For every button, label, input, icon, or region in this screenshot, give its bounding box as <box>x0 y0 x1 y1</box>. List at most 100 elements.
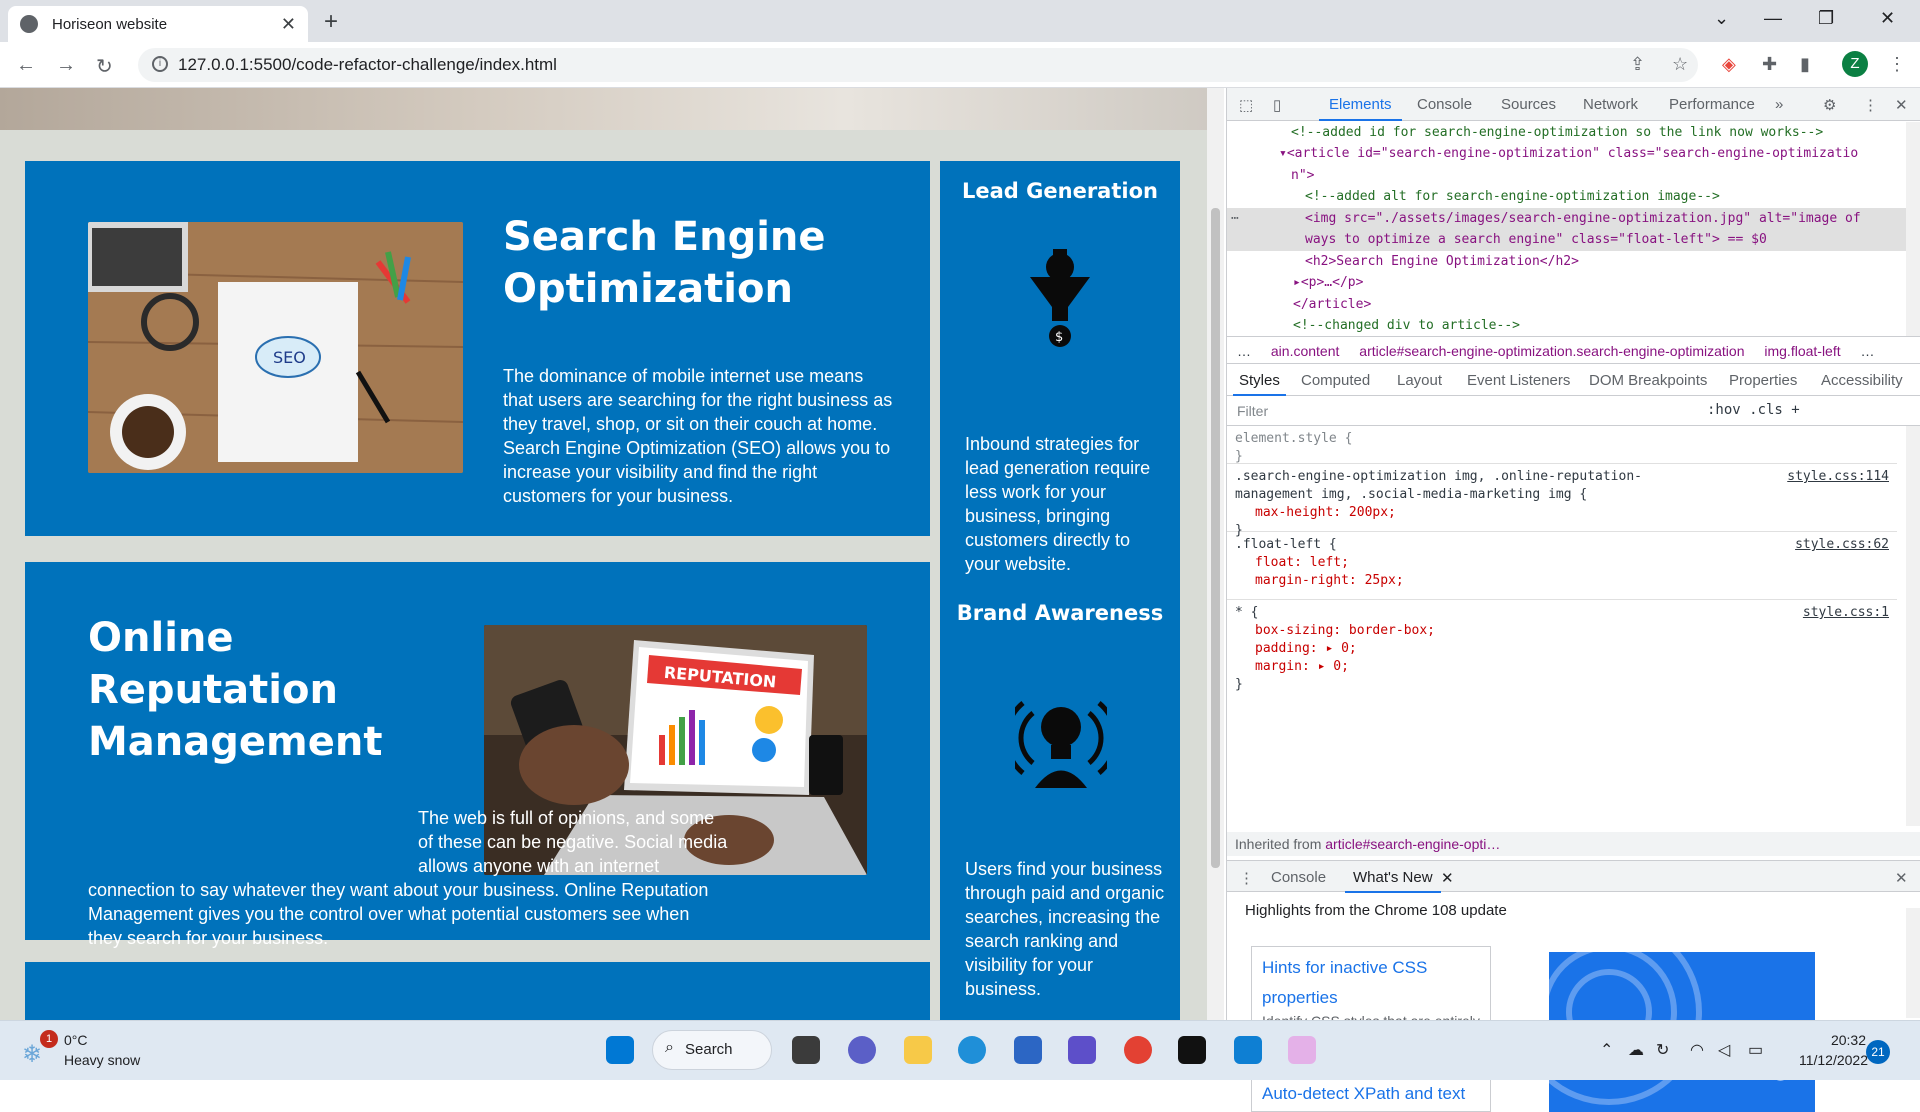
close-window-icon[interactable]: ✕ <box>1880 8 1895 29</box>
dom-line-selected[interactable]: ways to optimize a search engine" class=… <box>1305 229 1767 251</box>
volume-icon[interactable]: ◁ <box>1718 1040 1730 1060</box>
rule-source-link[interactable]: style.css:62 <box>1795 536 1889 554</box>
dom-line[interactable]: ▸<p>…</p> <box>1293 272 1363 294</box>
sync-icon[interactable]: ↻ <box>1656 1040 1669 1060</box>
temperature[interactable]: 0°C <box>64 1032 88 1048</box>
dom-line[interactable]: n"> <box>1291 165 1314 187</box>
breadcrumb-item[interactable]: … <box>1237 343 1251 359</box>
vscode-icon[interactable] <box>1234 1036 1262 1064</box>
reload-icon[interactable]: ↻ <box>96 54 113 79</box>
seo-heading: Search Engine Optimization <box>503 214 826 312</box>
rule-source-link[interactable]: style.css:1 <box>1803 604 1889 622</box>
onedrive-cloud-icon[interactable]: ☁ <box>1628 1040 1644 1060</box>
chrome-browser-icon[interactable] <box>1124 1036 1152 1064</box>
breadcrumb-item[interactable]: ain.content <box>1271 343 1340 359</box>
tab-elements[interactable]: Elements <box>1319 96 1401 121</box>
dom-line[interactable]: <!--added id for search-engine-optimizat… <box>1291 122 1823 144</box>
styles-subtab-bar: Styles Computed Layout Event Listeners D… <box>1227 364 1920 396</box>
breadcrumb-item[interactable]: article#search-engine-optimization.searc… <box>1359 343 1744 359</box>
more-tabs-icon[interactable]: » <box>1775 96 1783 113</box>
tab-network[interactable]: Network <box>1583 96 1638 113</box>
close-devtools-icon[interactable]: ✕ <box>1895 96 1908 114</box>
search-icon: ⌕ <box>665 1039 674 1056</box>
battery-icon[interactable]: ▭ <box>1748 1040 1763 1060</box>
back-icon[interactable]: ← <box>16 54 36 77</box>
start-windows-icon[interactable] <box>606 1036 634 1064</box>
show-hidden-icons[interactable]: ⌃ <box>1600 1040 1613 1060</box>
profile-avatar[interactable]: Z <box>1842 51 1868 77</box>
url-field[interactable]: i 127.0.0.1:5500/code-refactor-challenge… <box>138 48 1698 82</box>
styles-scrollbar[interactable] <box>1906 426 1920 826</box>
task-view-icon[interactable] <box>792 1036 820 1064</box>
dom-line[interactable]: <!--changed div to article--> <box>1293 315 1520 337</box>
style-toggle-buttons[interactable]: :hov .cls + <box>1707 402 1800 418</box>
page-scrollbar-thumb[interactable] <box>1211 208 1220 868</box>
tab-sources[interactable]: Sources <box>1501 96 1556 113</box>
tab-computed[interactable]: Computed <box>1301 372 1370 389</box>
file-explorer-icon[interactable] <box>904 1036 932 1064</box>
share-icon[interactable]: ⇪ <box>1630 54 1645 75</box>
drawer-menu-icon[interactable]: ⋮ <box>1239 869 1254 887</box>
extensions-puzzle-icon[interactable]: ✚ <box>1762 54 1777 75</box>
breadcrumb-item[interactable]: … <box>1861 343 1875 359</box>
close-whats-new-icon[interactable]: ✕ <box>1441 869 1454 887</box>
dom-line-selected[interactable]: <img src="./assets/images/search-engine-… <box>1305 208 1861 230</box>
wifi-icon[interactable]: ◠ <box>1690 1040 1704 1060</box>
devtools-menu-icon[interactable]: ⋮ <box>1863 96 1878 114</box>
inspect-element-icon[interactable]: ⬚ <box>1239 96 1253 114</box>
styles-filter-input[interactable]: Filter <box>1237 403 1268 419</box>
device-toolbar-icon[interactable]: ▯ <box>1273 96 1281 114</box>
tab-dom-breakpoints[interactable]: DOM Breakpoints <box>1589 372 1707 389</box>
new-tab-button[interactable]: + <box>324 8 338 36</box>
app-icon[interactable] <box>1068 1036 1096 1064</box>
tab-layout[interactable]: Layout <box>1397 372 1442 389</box>
store-icon[interactable] <box>1014 1036 1042 1064</box>
bookmark-star-icon[interactable]: ☆ <box>1672 54 1688 75</box>
tab-accessibility[interactable]: Accessibility <box>1821 372 1903 389</box>
tab-performance[interactable]: Performance <box>1669 96 1755 113</box>
clock-date[interactable]: 11/12/2022 <box>1788 1052 1868 1068</box>
maximize-icon[interactable]: ❐ <box>1818 8 1834 29</box>
tab-properties[interactable]: Properties <box>1729 372 1797 389</box>
minimize-icon[interactable]: — <box>1764 8 1782 29</box>
close-drawer-icon[interactable]: ✕ <box>1895 869 1908 887</box>
browser-tab-strip: Horiseon website ✕ + ⌄ — ❐ ✕ <box>0 0 1920 42</box>
tab-event-listeners[interactable]: Event Listeners <box>1467 372 1570 389</box>
inherited-target-link[interactable]: article#search-engine-opti… <box>1325 836 1500 852</box>
teams-chat-icon[interactable] <box>848 1036 876 1064</box>
dom-line[interactable]: </article> <box>1293 294 1371 316</box>
menu-kebab-icon[interactable]: ⋮ <box>1888 54 1906 75</box>
dom-line[interactable]: <!--added alt for search-engine-optimiza… <box>1305 186 1720 208</box>
tab-search-icon[interactable]: ⌄ <box>1714 8 1729 29</box>
snow-weather-icon[interactable]: ❄ <box>22 1040 42 1069</box>
breadcrumb-item[interactable]: img.float-left <box>1764 343 1840 359</box>
tab-styles[interactable]: Styles <box>1233 372 1286 396</box>
drawer-tab-whats-new[interactable]: What's New <box>1345 869 1441 893</box>
devtools-panel: ⬚ ▯ Elements Console Sources Network Per… <box>1226 88 1920 1112</box>
clock-time[interactable]: 20:32 <box>1796 1032 1866 1048</box>
drawer-tab-console[interactable]: Console <box>1271 869 1326 886</box>
taskbar-search[interactable]: ⌕ Search <box>652 1030 772 1070</box>
style-rule: element.style { } <box>1227 426 1897 464</box>
dom-line[interactable]: <h2>Search Engine Optimization</h2> <box>1305 251 1579 273</box>
tab-console[interactable]: Console <box>1417 96 1472 113</box>
forward-icon[interactable]: → <box>56 54 76 77</box>
dom-line[interactable]: ▾<article id="search-engine-optimization… <box>1279 143 1858 165</box>
weather-condition[interactable]: Heavy snow <box>64 1052 140 1068</box>
rule-source-link[interactable]: style.css:114 <box>1787 468 1889 486</box>
side-panel-icon[interactable]: ▮ <box>1800 54 1810 75</box>
drawer-scrollbar[interactable] <box>1906 908 1920 1018</box>
page-scrollbar[interactable] <box>1207 88 1224 1020</box>
dom-scrollbar[interactable] <box>1906 122 1920 336</box>
notification-badge[interactable]: 21 <box>1866 1040 1890 1064</box>
close-tab-icon[interactable]: ✕ <box>281 14 296 35</box>
site-info-icon[interactable]: i <box>152 56 168 72</box>
settings-gear-icon[interactable]: ⚙ <box>1823 96 1836 114</box>
terminal-icon[interactable] <box>1178 1036 1206 1064</box>
edge-browser-icon[interactable] <box>958 1036 986 1064</box>
node-ellipsis-icon[interactable]: ⋯ <box>1231 208 1239 230</box>
browser-tab[interactable]: Horiseon website ✕ <box>8 6 308 42</box>
breadcrumb: … ain.content article#search-engine-opti… <box>1227 336 1920 364</box>
slack-icon[interactable] <box>1288 1036 1316 1064</box>
extension-red-icon[interactable]: ◈ <box>1722 54 1736 75</box>
